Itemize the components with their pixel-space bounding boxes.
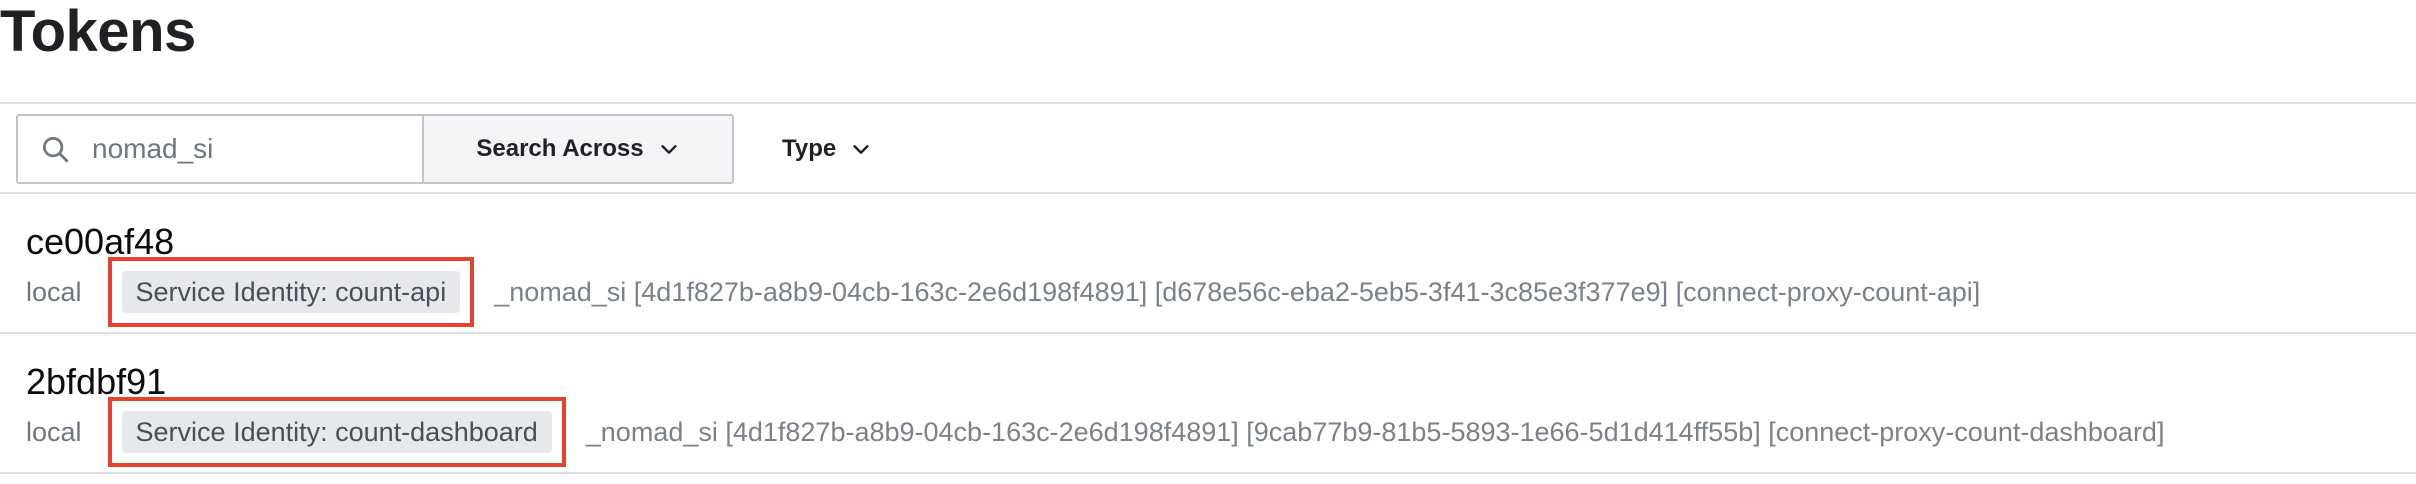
- token-description: _nomad_si [4d1f827b-a8b9-04cb-163c-2e6d1…: [585, 416, 2165, 447]
- search-across-label: Search Across: [476, 135, 644, 162]
- token-description: _nomad_si [4d1f827b-a8b9-04cb-163c-2e6d1…: [494, 276, 1981, 307]
- token-row[interactable]: ce00af48 local Service Identity: count-a…: [0, 194, 2416, 332]
- search-input[interactable]: [90, 132, 394, 166]
- highlight-outline: Service Identity: count-dashboard: [107, 397, 566, 467]
- token-accessor[interactable]: 2bfdbf91: [26, 364, 166, 400]
- search-icon: [43, 137, 69, 163]
- token-meta: local Service Identity: count-dashboard …: [26, 397, 2165, 467]
- type-filter-label: Type: [782, 135, 837, 162]
- search-across-dropdown[interactable]: Search Across: [424, 114, 734, 184]
- type-filter-dropdown[interactable]: Type: [770, 114, 890, 184]
- token-row[interactable]: 2bfdbf91 local Service Identity: count-d…: [0, 334, 2416, 472]
- page-title: Tokens: [0, 0, 196, 64]
- chevron-down-icon: [853, 145, 869, 154]
- token-accessor[interactable]: ce00af48: [26, 224, 174, 260]
- divider: [0, 102, 2416, 104]
- service-identity-badge: Service Identity: count-api: [121, 271, 461, 313]
- search-box[interactable]: [16, 114, 424, 184]
- token-scope: local: [26, 416, 82, 447]
- chevron-down-icon: [660, 145, 677, 154]
- token-meta: local Service Identity: count-api _nomad…: [26, 257, 1981, 327]
- service-identity-badge: Service Identity: count-dashboard: [121, 411, 552, 453]
- token-scope: local: [26, 276, 82, 307]
- divider: [0, 472, 2416, 474]
- highlight-outline: Service Identity: count-api: [107, 257, 475, 327]
